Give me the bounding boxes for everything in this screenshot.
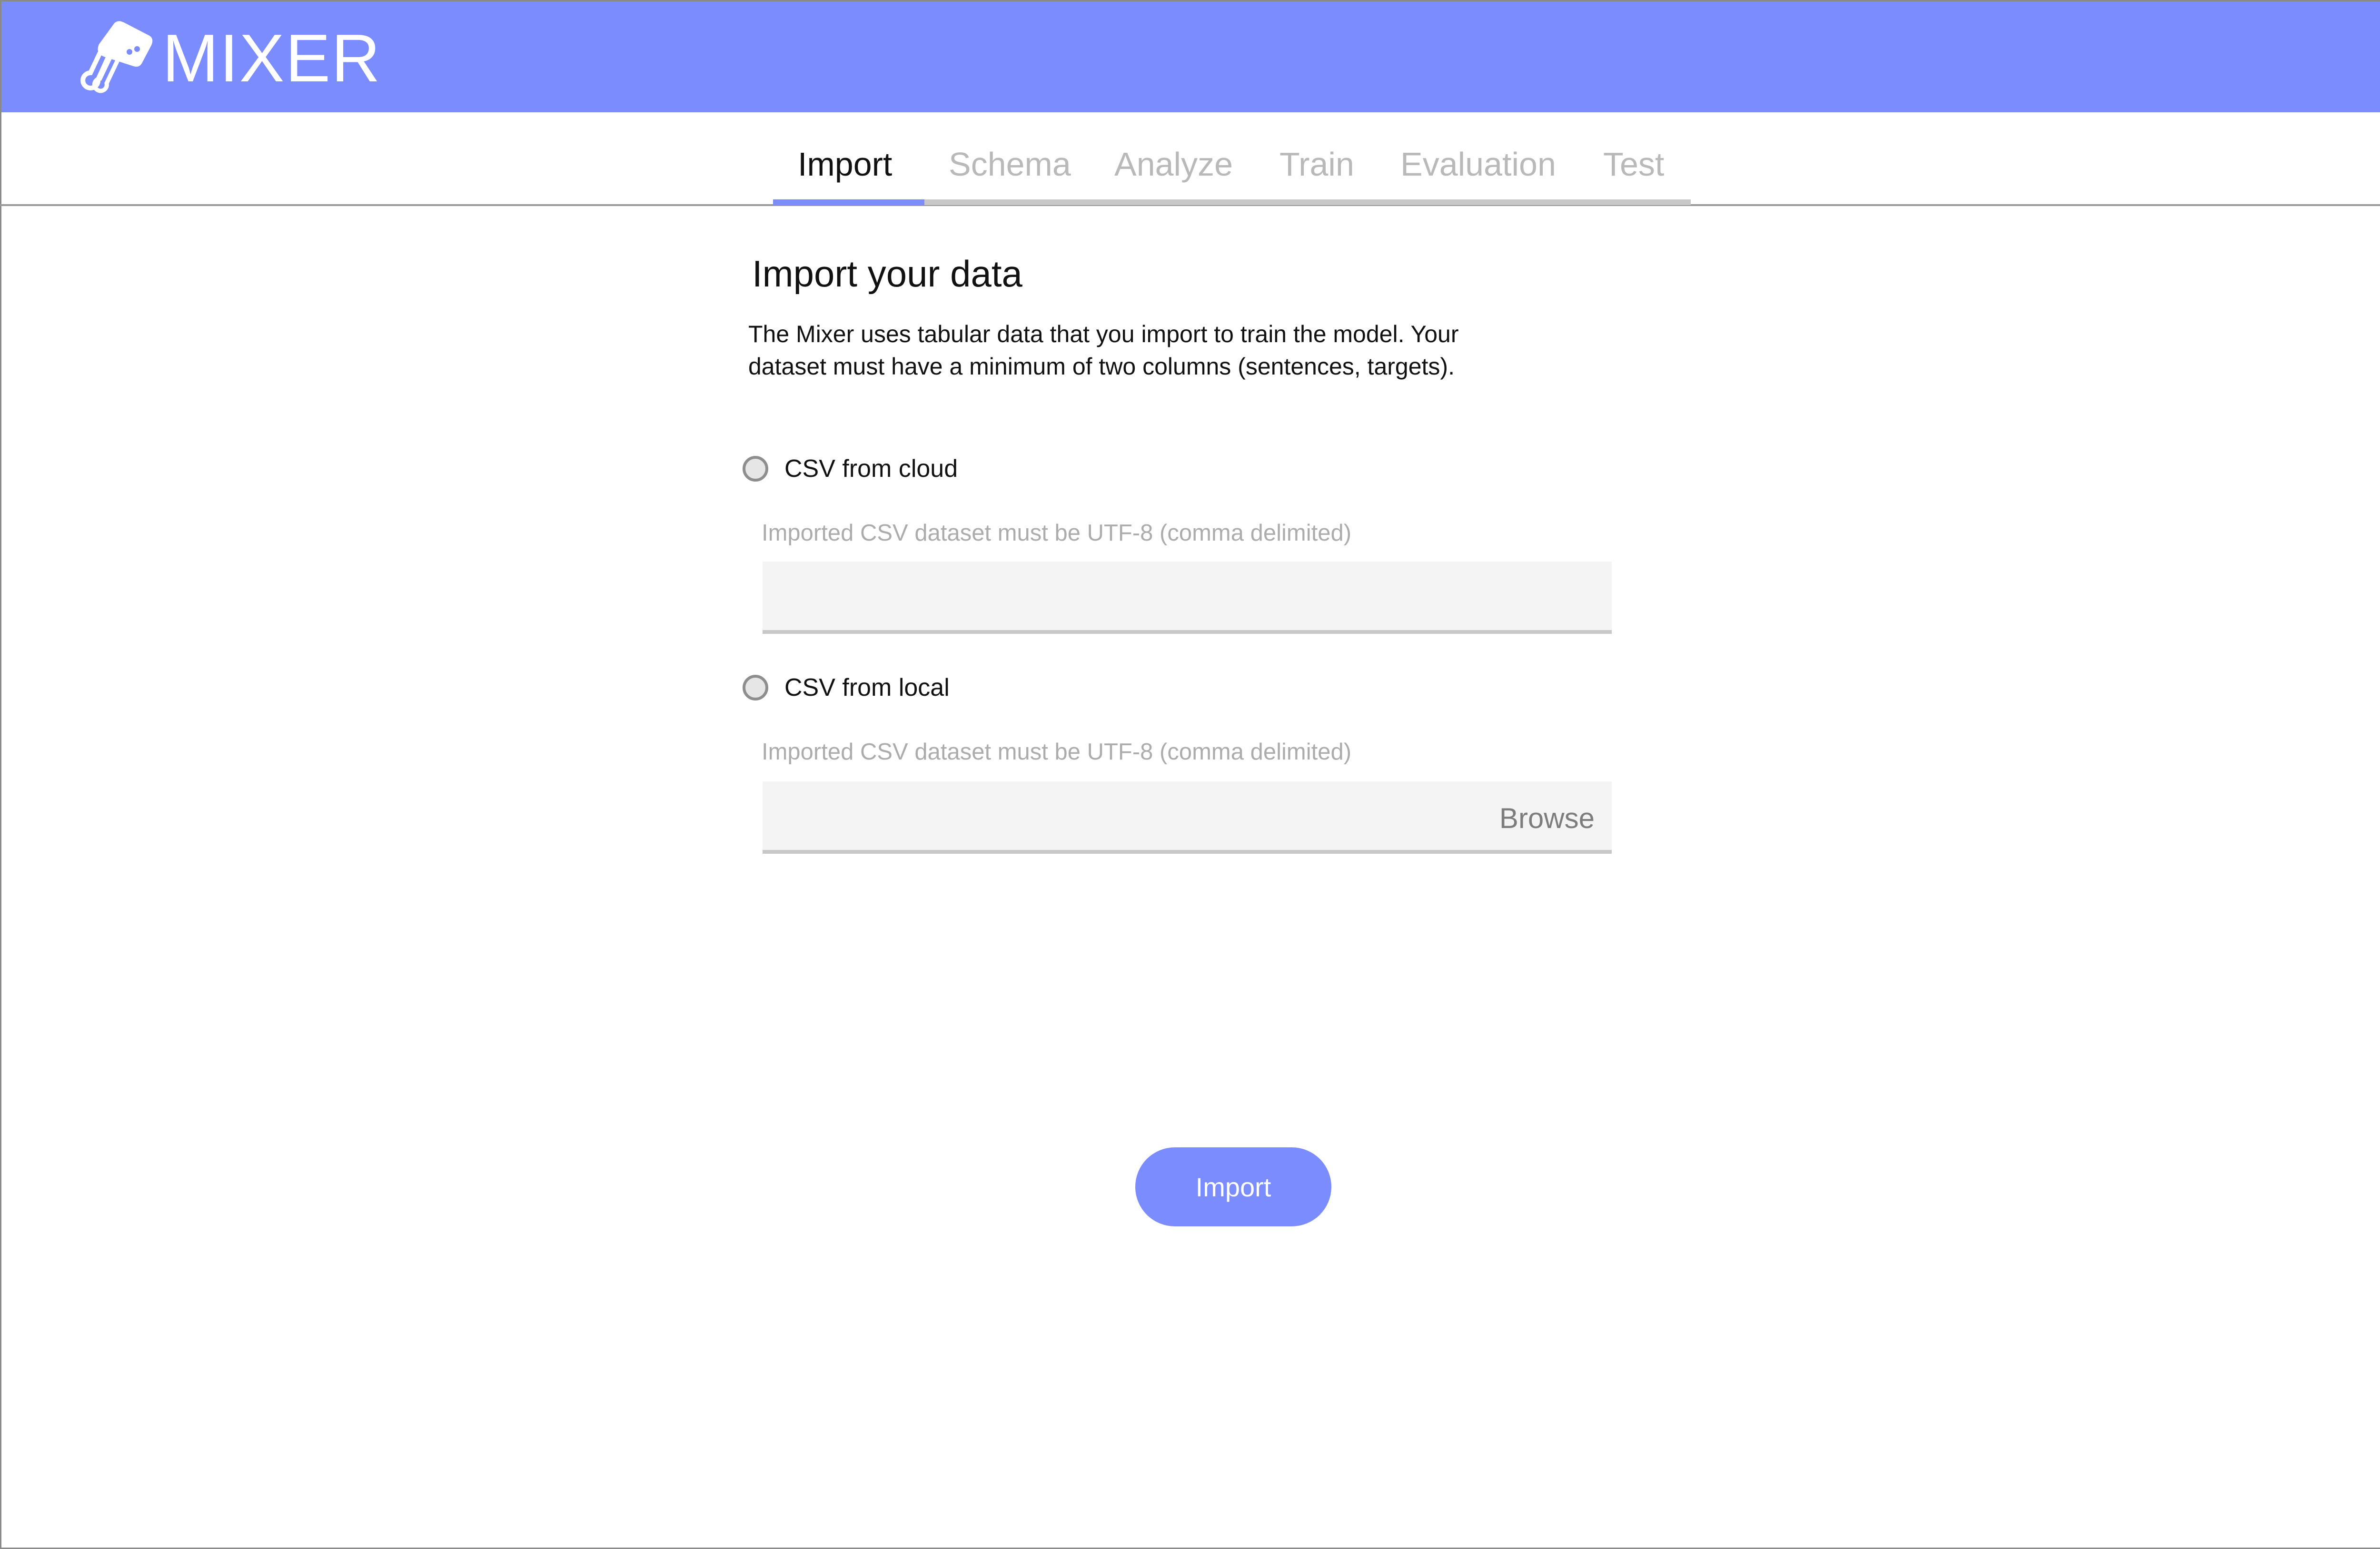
browse-button[interactable]: Browse — [1461, 799, 1595, 838]
tab-evaluation[interactable]: Evaluation — [1400, 140, 1556, 188]
description-line: dataset must have a minimum of two colum… — [748, 353, 1455, 380]
tab-import[interactable]: Import — [798, 140, 892, 188]
app-title: MIXER — [162, 20, 381, 96]
import-button[interactable]: Import — [1135, 1147, 1331, 1226]
description-line: The Mixer uses tabular data that you imp… — [748, 321, 1459, 347]
csv-local-hint: Imported CSV dataset must be UTF-8 (comm… — [762, 739, 1352, 765]
active-tab-indicator — [773, 199, 924, 205]
tab-train[interactable]: Train — [1279, 140, 1354, 188]
csv-local-option[interactable]: CSV from local — [743, 669, 950, 707]
window-frame — [0, 0, 2380, 1549]
csv-cloud-option[interactable]: CSV from cloud — [743, 450, 958, 488]
csv-cloud-label: CSV from cloud — [784, 455, 958, 483]
page-title: Import your data — [752, 253, 1022, 295]
csv-local-radio[interactable] — [743, 675, 768, 701]
app-header: MIXER — [1, 1, 2380, 112]
csv-cloud-radio[interactable] — [743, 456, 768, 482]
tab-schema[interactable]: Schema — [949, 140, 1071, 188]
csv-cloud-url-input[interactable] — [763, 562, 1612, 634]
tab-test[interactable]: Test — [1603, 140, 1664, 188]
tab-analyze[interactable]: Analyze — [1114, 140, 1233, 188]
page-description: The Mixer uses tabular data that you imp… — [748, 318, 1605, 383]
csv-local-label: CSV from local — [784, 674, 950, 701]
csv-cloud-hint: Imported CSV dataset must be UTF-8 (comm… — [762, 520, 1352, 546]
hand-mixer-icon — [80, 21, 153, 93]
